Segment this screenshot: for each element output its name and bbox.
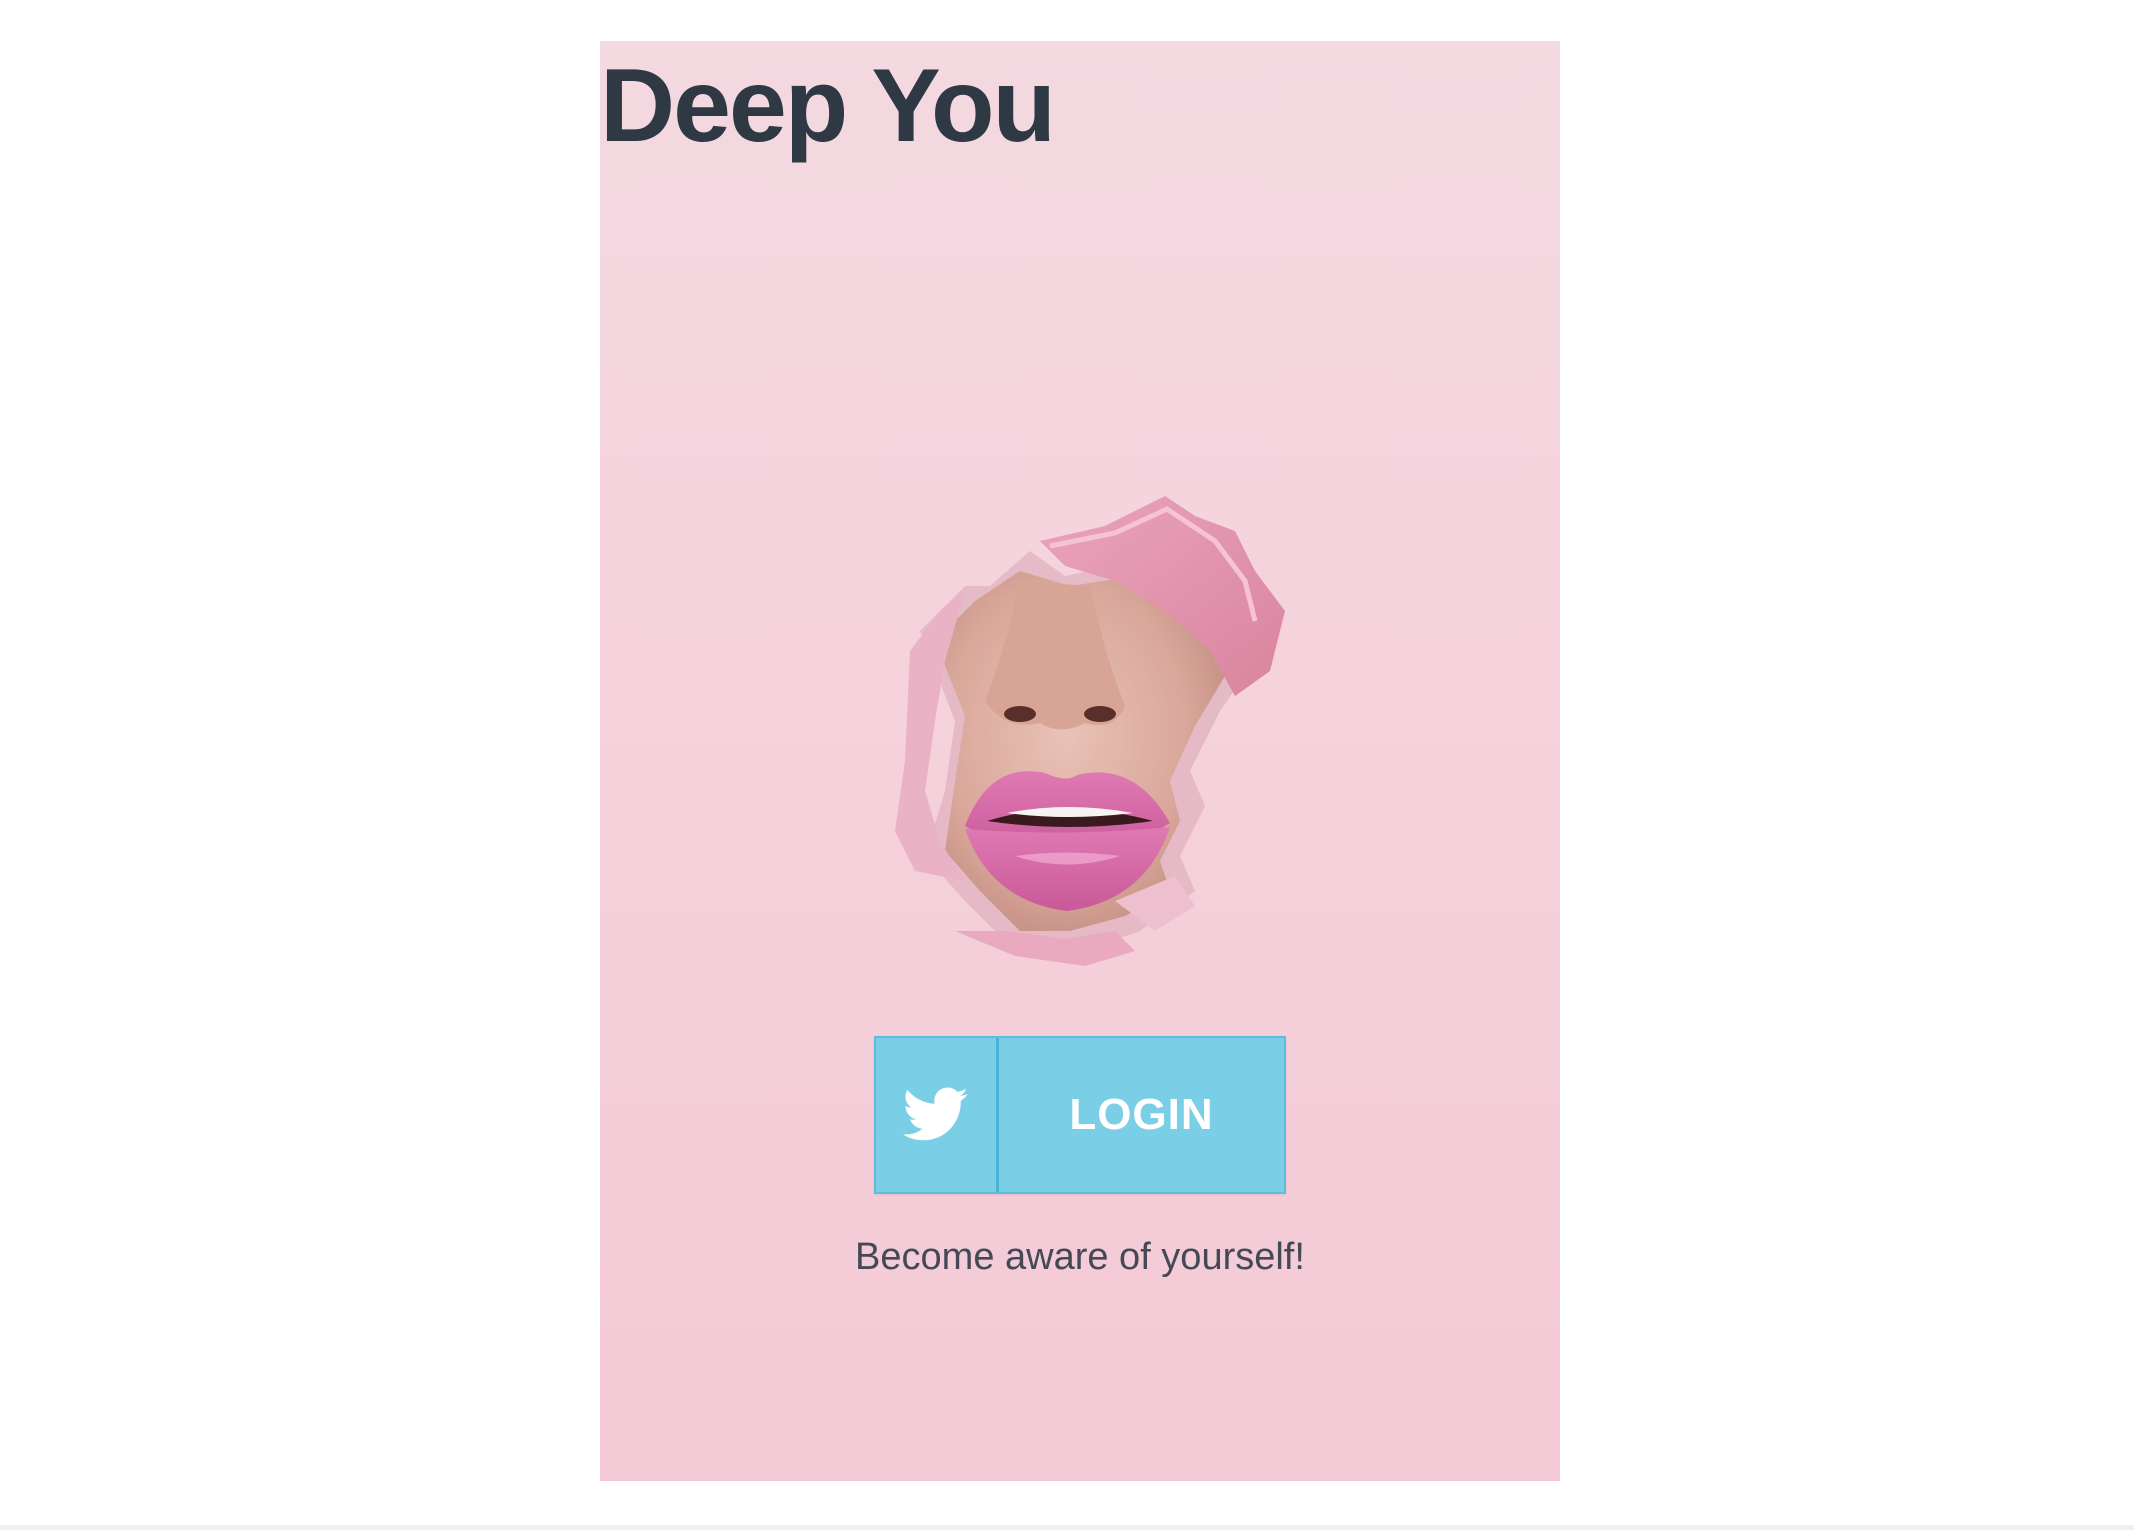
twitter-bird-icon	[903, 1087, 968, 1141]
app-title: Deep You	[600, 48, 1056, 164]
page: Deep You LOGIN Become aware of yourself!	[0, 0, 2134, 1530]
login-label: LOGIN	[1069, 1090, 1214, 1139]
page-bottom-divider	[0, 1525, 2134, 1530]
tagline: Become aware of yourself!	[855, 1236, 1305, 1278]
twitter-login-button[interactable]: LOGIN	[874, 1036, 1286, 1194]
hero-illustration	[895, 496, 1285, 966]
twitter-icon-cell	[876, 1038, 999, 1192]
splash-card: Deep You LOGIN Become aware of yourself!	[600, 41, 1560, 1481]
